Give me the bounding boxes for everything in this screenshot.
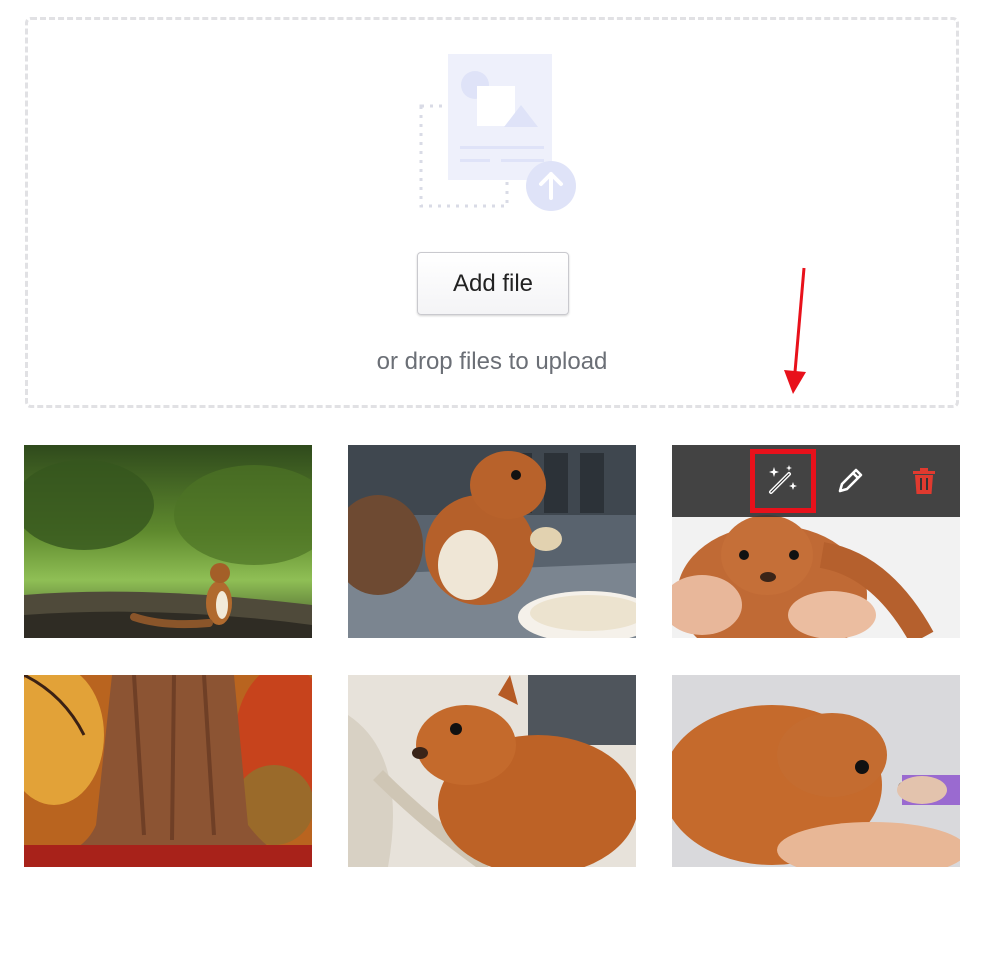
squirrel-photo-icon xyxy=(348,675,636,867)
squirrel-photo-icon xyxy=(672,675,960,867)
squirrel-photo-icon xyxy=(24,445,312,638)
delete-button[interactable] xyxy=(894,445,954,517)
image-action-toolbar xyxy=(672,445,960,517)
gallery-image-squirrel-path[interactable] xyxy=(24,445,312,638)
gallery-image-autumn-tree[interactable] xyxy=(24,675,312,867)
tree-photo-icon xyxy=(24,675,312,867)
gallery-image-squirrel-eating[interactable] xyxy=(348,445,636,638)
annotation-arrow-icon xyxy=(784,267,806,394)
file-dropzone[interactable]: Add file or drop files to upload xyxy=(25,17,959,408)
gallery-image-squirrel-hand[interactable] xyxy=(672,445,960,638)
drop-files-hint: or drop files to upload xyxy=(376,348,608,375)
edit-button[interactable] xyxy=(820,445,880,517)
upload-illustration-icon xyxy=(419,54,576,211)
magic-wand-icon xyxy=(769,465,797,494)
gallery-image-baby-squirrel-hand[interactable] xyxy=(672,675,960,867)
trash-icon xyxy=(913,468,935,494)
pencil-icon xyxy=(838,468,863,493)
magic-wand-button[interactable] xyxy=(752,445,812,517)
add-file-button[interactable]: Add file xyxy=(417,252,569,315)
gallery-image-baby-squirrel-blanket[interactable] xyxy=(348,675,636,867)
squirrel-photo-icon xyxy=(348,445,636,638)
